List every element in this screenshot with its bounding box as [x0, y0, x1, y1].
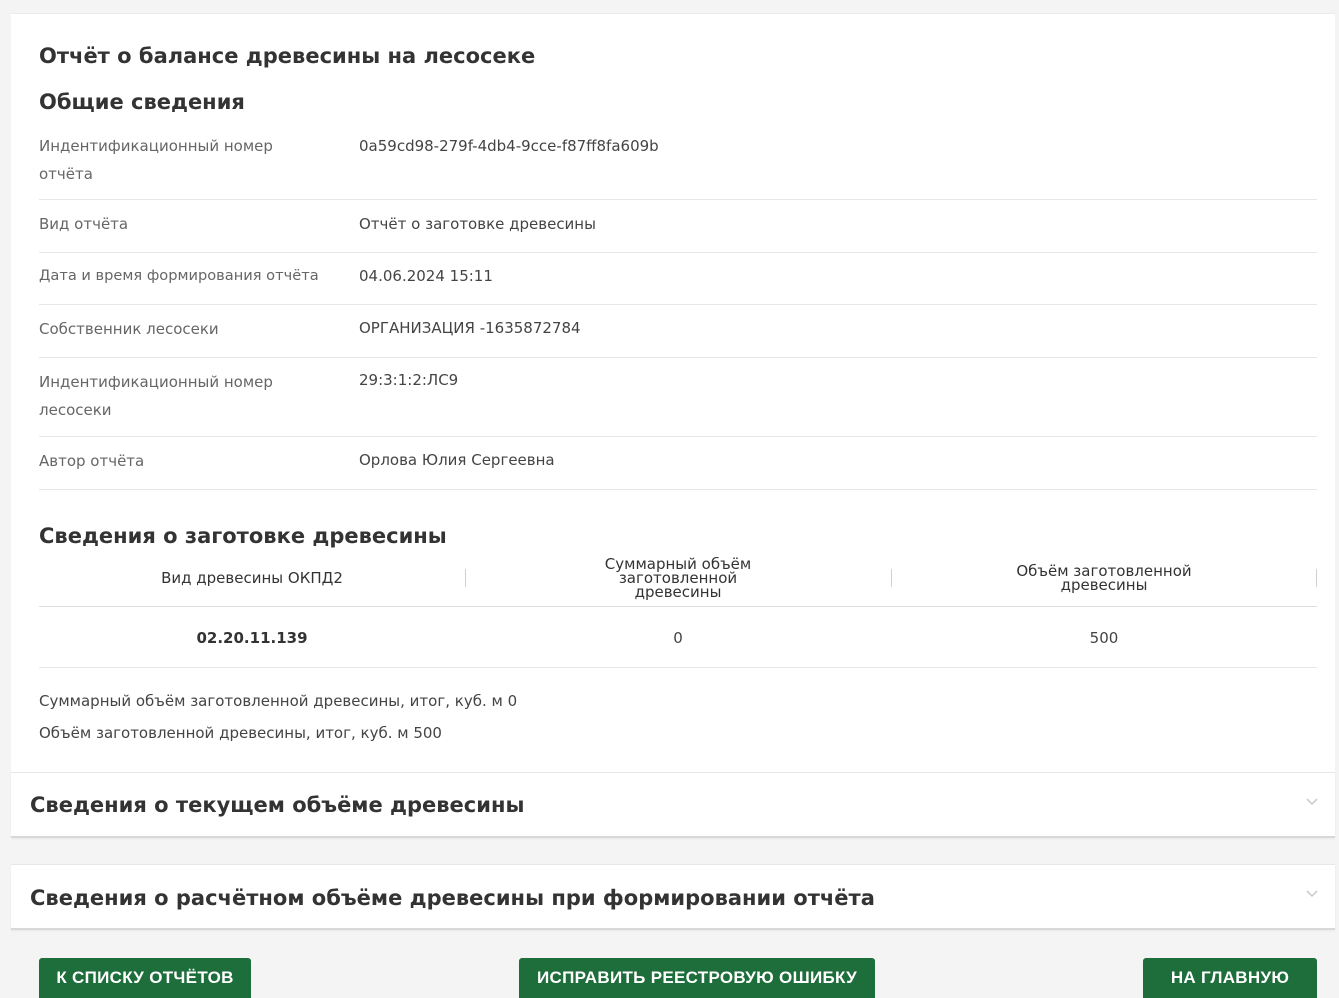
- info-row-report-id: Индентификационный номер отчёта 0a59cd98…: [39, 132, 1317, 200]
- info-label: Собственник лесосеки: [39, 320, 219, 338]
- accordion-title: Сведения о расчётном объёме древесины пр…: [30, 886, 875, 910]
- info-row-plot-id: Индентификационный номер лесосеки 29:3:1…: [39, 358, 1317, 437]
- total-volume-line: Объём заготовленной древесины, итог, куб…: [39, 724, 442, 742]
- table-cell-total-volume: 0: [673, 629, 683, 647]
- table-cell-wood-type: 02.20.11.139: [196, 629, 308, 647]
- table-cell-volume: 500: [1089, 629, 1119, 647]
- table-row: 02.20.11.139 0 500: [39, 608, 1317, 668]
- column-header-volume: Объём заготовленной древесины: [1016, 562, 1192, 594]
- info-value: ОРГАНИЗАЦИЯ -1635872784: [359, 319, 581, 337]
- total-sum-line: Суммарный объём заготовленной древесины,…: [39, 692, 518, 710]
- column-divider: [1316, 569, 1317, 587]
- info-label: Дата и время формирования отчёта: [39, 267, 319, 284]
- info-row-report-date: Дата и время формирования отчёта 04.06.2…: [39, 253, 1317, 305]
- column-header-wood-type: Вид древесины ОКПД2: [161, 569, 343, 587]
- report-card: Отчёт о балансе древесины на лесосеке Об…: [11, 13, 1335, 773]
- accordion-title: Сведения о текущем объёме древесины: [30, 793, 525, 817]
- info-value: 29:3:1:2:ЛС9: [359, 371, 459, 389]
- info-label: Индентификационный номер отчёта: [39, 137, 273, 183]
- column-header-total-volume: Суммарный объём заготовленной древесины: [604, 555, 752, 601]
- home-button[interactable]: НА ГЛАВНУЮ: [1143, 958, 1317, 998]
- info-value: 04.06.2024 15:11: [359, 267, 493, 285]
- harvest-table-header: Вид древесины ОКПД2 Суммарный объём заго…: [39, 549, 1317, 607]
- info-label: Индентификационный номер лесосеки: [39, 373, 273, 419]
- chevron-down-icon: [1306, 890, 1318, 898]
- accordion-current-volume[interactable]: Сведения о текущем объёме древесины: [11, 772, 1335, 838]
- info-value: Орлова Юлия Сергеевна: [359, 451, 555, 469]
- info-row-report-type: Вид отчёта Отчёт о заготовке древесины: [39, 200, 1317, 253]
- info-label: Автор отчёта: [39, 452, 145, 470]
- accordion-calculated-volume[interactable]: Сведения о расчётном объёме древесины пр…: [11, 864, 1335, 930]
- general-section-title: Общие сведения: [39, 90, 245, 114]
- info-value: 0a59cd98-279f-4db4-9cce-f87ff8fa609b: [359, 137, 659, 155]
- info-row-owner: Собственник лесосеки ОРГАНИЗАЦИЯ -163587…: [39, 305, 1317, 358]
- harvest-section-title: Сведения о заготовке древесины: [39, 524, 447, 548]
- page-title: Отчёт о балансе древесины на лесосеке: [39, 44, 536, 68]
- fix-registry-error-button[interactable]: ИСПРАВИТЬ РЕЕСТРОВУЮ ОШИБКУ: [519, 958, 875, 998]
- info-row-author: Автор отчёта Орлова Юлия Сергеевна: [39, 437, 1317, 490]
- info-label: Вид отчёта: [39, 215, 129, 233]
- info-value: Отчёт о заготовке древесины: [359, 215, 596, 233]
- chevron-down-icon: [1306, 798, 1318, 806]
- to-report-list-button[interactable]: К СПИСКУ ОТЧЁТОВ: [39, 958, 251, 998]
